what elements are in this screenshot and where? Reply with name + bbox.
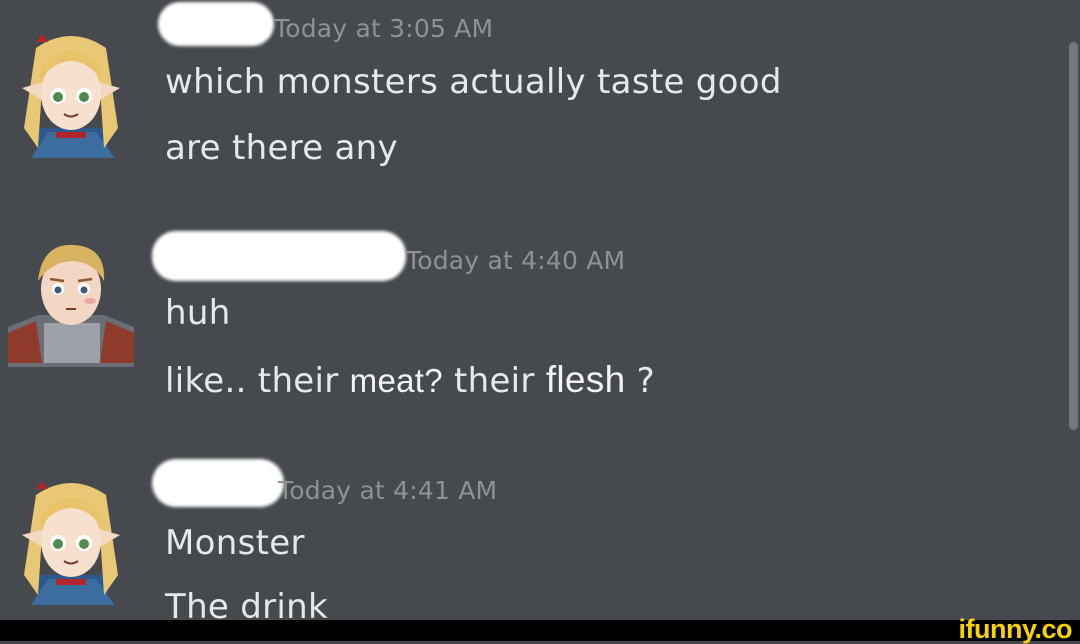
chat-message-list[interactable]: Today at 3:05 AM which monsters actually…: [0, 0, 1080, 620]
scrollbar[interactable]: [1069, 42, 1078, 430]
message-text-segment: like.. their: [165, 361, 350, 401]
ifunny-watermark: ifunny.co: [958, 614, 1073, 644]
message-timestamp: Today at 4:41 AM: [278, 476, 498, 505]
redacted-username[interactable]: [158, 2, 274, 46]
message-group: Today at 4:40 AM huh like.. their meat? …: [0, 225, 1060, 425]
message-group: Today at 3:05 AM which monsters actually…: [0, 0, 1060, 200]
message-timestamp: Today at 3:05 AM: [274, 14, 494, 43]
blond-knight-avatar-icon[interactable]: [8, 237, 134, 367]
message-text-segment: ?: [625, 361, 655, 401]
message-text-formatted: like.. their meat? their flesh ?: [165, 359, 655, 401]
redacted-username[interactable]: [152, 459, 284, 507]
watermark-bar: [0, 620, 1080, 641]
message-text: are there any: [165, 128, 398, 168]
message-timestamp: Today at 4:40 AM: [406, 246, 626, 275]
message-text-segment: flesh: [545, 359, 626, 400]
message-text: huh: [165, 293, 231, 333]
message-text-segment: meat?: [349, 362, 443, 399]
message-text: The drink: [165, 587, 328, 620]
message-text: Monster: [165, 523, 305, 563]
message-group: Today at 4:41 AM Monster The drink: [0, 455, 1060, 620]
redacted-username[interactable]: [152, 231, 406, 281]
message-text-segment: their: [442, 361, 546, 401]
message-text: which monsters actually taste good: [165, 62, 782, 102]
elf-girl-avatar-icon[interactable]: [8, 475, 134, 605]
elf-girl-avatar-icon[interactable]: [8, 28, 134, 158]
